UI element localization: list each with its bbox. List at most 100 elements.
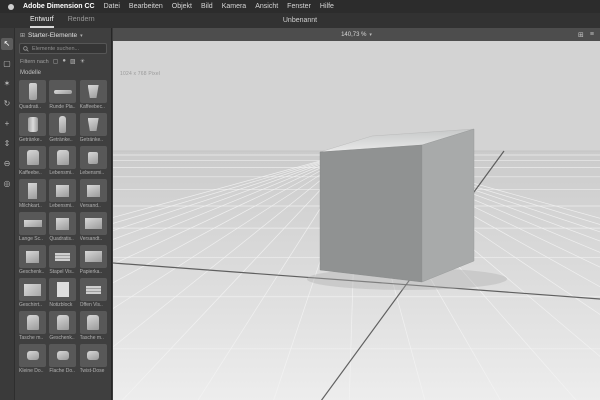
asset-item[interactable]: Quadratis..: [49, 212, 77, 242]
filter-models-icon[interactable]: ▢: [53, 58, 59, 65]
asset-item[interactable]: Runde Pla..: [49, 80, 77, 110]
asset-item[interactable]: Geschirrt..: [19, 278, 46, 308]
orbit-camera-tool[interactable]: ↻: [1, 98, 13, 110]
box-icon: [86, 184, 100, 197]
asset-item[interactable]: Tasche m..: [79, 311, 107, 341]
dolly-camera-tool[interactable]: ⇕: [1, 138, 13, 150]
asset-label: Versandt..: [79, 236, 103, 242]
horizon-tool[interactable]: ⊖: [1, 158, 13, 170]
menu-fenster[interactable]: Fenster: [287, 3, 311, 10]
apple-menu-icon[interactable]: [8, 3, 14, 10]
asset-item[interactable]: Lange Sc..: [19, 212, 46, 242]
asset-item[interactable]: Lebensmi..: [79, 146, 107, 176]
asset-item[interactable]: Papierka..: [79, 245, 107, 275]
longbox-icon: [23, 220, 42, 227]
asset-item[interactable]: Versandt..: [79, 212, 107, 242]
menu-datei[interactable]: Datei: [104, 3, 120, 10]
assets-panel-header[interactable]: ⊞ Starter-Elemente ▾: [15, 28, 111, 41]
asset-thumbnail: [19, 212, 46, 235]
select-tool[interactable]: ↖: [1, 38, 13, 50]
asset-label: Geschirrt..: [19, 302, 43, 308]
asset-item[interactable]: Stapel Vis..: [49, 245, 77, 275]
menu-bild[interactable]: Bild: [201, 3, 213, 10]
magic-wand-tool[interactable]: ✶: [1, 78, 13, 90]
asset-thumbnail: [79, 245, 107, 268]
asset-item[interactable]: Offen Vis..: [79, 278, 107, 308]
asset-item[interactable]: Getränke..: [79, 113, 107, 143]
menu-hilfe[interactable]: Hilfe: [320, 3, 334, 10]
menubar: Adobe Dimension CC Datei Bearbeiten Objekt B…: [0, 0, 600, 13]
zoom-tool[interactable]: ◎: [1, 178, 13, 190]
menu-adobe-dimension-cc[interactable]: Adobe Dimension CC: [23, 3, 95, 10]
envelope-icon: [84, 218, 102, 229]
assets-panel-title: Starter-Elemente: [28, 32, 78, 39]
tab-rendern[interactable]: Rendern: [68, 13, 95, 28]
asset-label: Papierka..: [79, 269, 103, 275]
asset-thumbnail: [79, 146, 107, 169]
asset-label: Lebensmi..: [79, 170, 105, 176]
asset-thumbnail: [79, 344, 107, 367]
asset-thumbnail: [19, 344, 46, 367]
zoom-control[interactable]: 140,73 % ▾: [341, 28, 372, 41]
asset-item[interactable]: Tasche m..: [19, 311, 46, 341]
cube-object[interactable]: [319, 128, 475, 283]
asset-item[interactable]: Getränke..: [49, 113, 77, 143]
asset-item[interactable]: Milchkart..: [19, 179, 46, 209]
asset-item[interactable]: Kleine Do..: [19, 344, 46, 374]
pan-camera-tool[interactable]: +: [1, 118, 13, 130]
asset-item[interactable]: Geschenk..: [19, 245, 46, 275]
asset-label: Runde Pla..: [49, 104, 76, 110]
filter-materials-icon[interactable]: ●: [62, 58, 66, 65]
menu-ansicht[interactable]: Ansicht: [255, 3, 278, 10]
view-settings-icon[interactable]: ≡: [590, 31, 594, 38]
viewport[interactable]: 1024 x 768 Pixel: [113, 41, 600, 400]
filter-row: Filtern nach ▢ ● ▨ ☀: [15, 56, 111, 67]
asset-item[interactable]: Quadrati..: [19, 80, 46, 110]
asset-thumbnail: [19, 113, 46, 136]
asset-thumbnail: [49, 113, 77, 136]
asset-thumbnail: [49, 344, 77, 367]
asset-item[interactable]: Kaffeebec..: [79, 80, 107, 110]
asset-item[interactable]: Geschenk..: [49, 311, 77, 341]
tab-entwurf[interactable]: Entwurf: [30, 13, 54, 28]
asset-thumbnail: [19, 179, 46, 202]
bag-icon: [26, 315, 39, 330]
asset-label: Versand..: [79, 203, 101, 209]
asset-item[interactable]: Lebensmi..: [49, 146, 77, 176]
assets-panel: ⊞ Starter-Elemente ▾ Elemente suchen... …: [14, 28, 112, 400]
asset-item[interactable]: Lebensmi..: [49, 179, 77, 209]
asset-thumbnail: [49, 278, 77, 301]
jar-icon: [88, 151, 99, 164]
menu-bearbeiten[interactable]: Bearbeiten: [129, 3, 163, 10]
search-input[interactable]: Elemente suchen...: [19, 43, 107, 54]
carton-icon: [28, 182, 37, 199]
asset-item[interactable]: Versand..: [79, 179, 107, 209]
asset-item[interactable]: Getränke..: [19, 113, 46, 143]
asset-item[interactable]: Notizblock: [49, 278, 77, 308]
asset-thumbnail: [49, 212, 77, 235]
grid-view-icon[interactable]: ⊞: [578, 31, 584, 39]
asset-label: Lebensmi..: [49, 170, 74, 176]
menu-kamera[interactable]: Kamera: [222, 3, 247, 10]
asset-thumbnail: [79, 212, 107, 235]
asset-thumbnail: [49, 146, 77, 169]
filter-images-icon[interactable]: ▨: [70, 58, 76, 65]
asset-item[interactable]: Kaffeebe..: [19, 146, 46, 176]
asset-thumbnail: [19, 311, 46, 334]
filter-lights-icon[interactable]: ☀: [80, 58, 85, 65]
asset-label: Getränke..: [79, 137, 104, 143]
box-icon: [56, 184, 70, 197]
box-icon: [26, 250, 39, 263]
bag-icon: [56, 150, 69, 165]
bottle-icon: [59, 116, 67, 133]
filter-label: Filtern nach: [20, 58, 49, 65]
canvas-toolbar-icons: ⊞ ≡: [578, 28, 594, 41]
asset-item[interactable]: Flache Do..: [49, 344, 77, 374]
asset-thumbnail: [19, 245, 46, 268]
asset-item[interactable]: Twist-Dose: [79, 344, 107, 374]
asset-thumbnail: [49, 311, 77, 334]
menu-objekt[interactable]: Objekt: [172, 3, 192, 10]
bag-icon: [87, 315, 100, 330]
3d-scene[interactable]: [113, 41, 600, 400]
marquee-select-tool[interactable]: ▢: [1, 58, 13, 70]
